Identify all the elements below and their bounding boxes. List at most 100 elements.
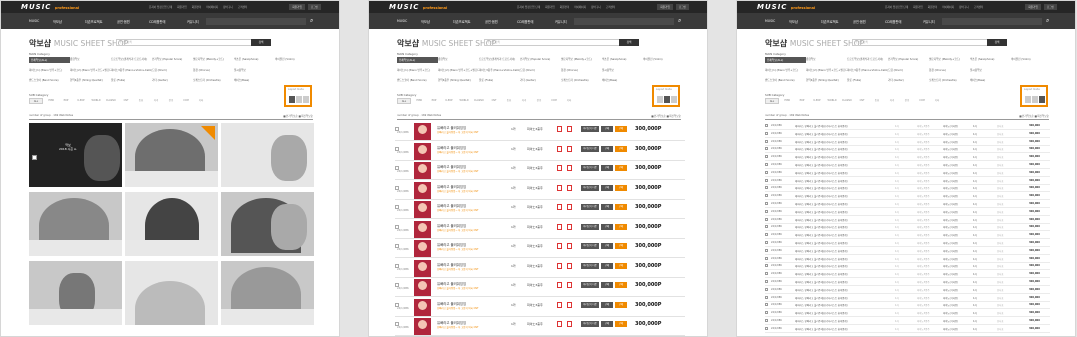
row-checkbox[interactable] xyxy=(765,256,768,260)
nav-search-input[interactable] xyxy=(942,18,1042,25)
list-item[interactable]: 24/1/086 유빠라고 불러줘잉잉 유빠라고 불러줘잉~·자 고맙지 박씨 OS… xyxy=(395,122,685,141)
search-input[interactable]: 악보명 검색 xyxy=(116,39,266,46)
row-checkbox[interactable] xyxy=(765,264,768,268)
sub-tab[interactable]: K-POP xyxy=(74,98,88,104)
row-title[interactable]: 해피하스 유빠라고 불러주세요(기타리스트 흥미롭게) xyxy=(795,179,848,183)
album-thumbnail[interactable] xyxy=(414,142,431,160)
sort-options[interactable]: ■인기악보순 ■최신악보순 xyxy=(283,114,313,118)
category-item[interactable]: 현악4중주 (String Quartet) xyxy=(806,78,847,82)
row-title[interactable]: 해피하스 유빠라고 불러주세요(기타리스트 흥미롭게) xyxy=(795,311,848,315)
row-title[interactable]: 해피하스 유빠라고 불러주세요(기타리스트 흥미롭게) xyxy=(795,147,848,151)
preview-button[interactable]: 미리보기 다운 xyxy=(581,262,599,269)
pdf-icon[interactable] xyxy=(557,243,562,249)
card-checkbox[interactable] xyxy=(32,155,37,160)
top-link[interactable]: 뮤지아 탑장르업 단계 xyxy=(517,5,540,9)
nav-item[interactable]: 더존프로젝트 xyxy=(821,19,839,24)
category-item[interactable]: 피아노3중주 (Piano+Violin+Cello) xyxy=(111,68,152,72)
pdf-icon[interactable] xyxy=(557,184,562,191)
category-item[interactable]: 전체악보(ALL) xyxy=(29,57,70,63)
cart-button[interactable]: 구매 xyxy=(615,321,627,327)
nav-item[interactable]: 악보샵 xyxy=(53,19,62,24)
table-row[interactable]: 24/1/086 해피하스 유빠라고 불러주세요(기타리스트 흥미롭게) 1카 피아노… xyxy=(765,248,1050,255)
cart-button[interactable]: 구매 xyxy=(615,243,627,249)
join-button[interactable]: 회원가입 xyxy=(289,4,305,10)
row-checkbox[interactable] xyxy=(765,248,768,252)
category-item[interactable]: 밴드스코어 (Band Score) xyxy=(765,78,806,82)
table-row[interactable]: 24/1/086 해피하스 유빠라고 불러주세요(기타리스트 흥미롭게) 1카 피아노… xyxy=(765,154,1050,162)
sub-tab[interactable]: WORLD xyxy=(825,98,839,104)
row-title[interactable]: 해피하스 유빠라고 불러주세요(기타리스트 흥미롭게) xyxy=(795,124,848,128)
table-row[interactable]: 24/1/086 해피하스 유빠라고 불러주세요(기타리스트 흥미롭게) 1카 피아노… xyxy=(765,178,1050,185)
category-item[interactable]: 피아노3중주 (Piano+Violin+Cello) xyxy=(479,68,520,72)
category-item[interactable]: 오케스트라 (Orchestra) xyxy=(929,78,970,82)
list-view-icon[interactable] xyxy=(1032,96,1038,103)
nav-item[interactable]: 공연·음원 xyxy=(853,19,866,24)
row-checkbox[interactable] xyxy=(765,178,768,182)
album-thumbnail[interactable] xyxy=(414,240,431,257)
top-link[interactable]: 회원관리 xyxy=(192,5,202,9)
pdf-icon[interactable] xyxy=(557,301,562,308)
row-checkbox[interactable] xyxy=(765,124,768,127)
album-thumbnail[interactable] xyxy=(414,318,431,335)
pdf-icon[interactable] xyxy=(567,145,572,152)
list-item[interactable]: 24/1/086 유빠라고 불러줘잉잉 유빠라고 불러줘잉~·자 고맙지 박씨 OS… xyxy=(395,200,685,219)
buy-button[interactable]: 구매 xyxy=(601,223,613,230)
sub-tab[interactable]: CCM xyxy=(547,98,561,104)
pdf-icon[interactable] xyxy=(567,126,572,132)
preview-button[interactable]: 미리보기 다운 xyxy=(581,282,599,288)
nav-item[interactable]: 더존프로젝트 xyxy=(85,19,103,24)
sub-tab[interactable]: 기타 xyxy=(194,98,208,104)
category-item[interactable]: 바이올린 (Violin) xyxy=(1011,57,1052,63)
nav-item[interactable]: 공연·음원 xyxy=(117,19,130,24)
album-thumbnail[interactable] xyxy=(414,298,431,316)
table-row[interactable]: 24/1/086 해피하스 유빠라고 불러주세요(기타리스트 흥미롭게) 1카 피아노… xyxy=(765,185,1050,193)
pdf-icon[interactable] xyxy=(567,282,572,288)
row-title[interactable]: 해피하스 유빠라고 불러주세요(기타리스트 흥미롭게) xyxy=(795,218,848,222)
row-checkbox[interactable] xyxy=(765,303,768,307)
table-row[interactable]: 24/1/086 해피하스 유빠라고 불러주세요(기타리스트 흥미롭게) 1카 피아노… xyxy=(765,162,1050,169)
row-checkbox[interactable] xyxy=(765,295,768,299)
product-card[interactable] xyxy=(29,261,122,325)
category-item[interactable]: 베이스(Bass) xyxy=(970,78,1011,82)
album-thumbnail[interactable] xyxy=(414,181,431,199)
category-item[interactable]: 피아노(1) (Piano 반주+코드) xyxy=(29,68,70,72)
preview-button[interactable]: 미리보기 다운 xyxy=(581,165,599,171)
row-checkbox[interactable] xyxy=(765,311,768,315)
category-item[interactable]: 오케스트라 (Orchestra) xyxy=(193,78,234,82)
preview-button[interactable]: 미리보기 다운 xyxy=(581,223,599,230)
preview-button[interactable]: 미리보기 다운 xyxy=(581,321,599,327)
table-row[interactable]: 24/1/086 해피하스 유빠라고 불러주세요(기타리스트 흥미롭게) 1카 피아노… xyxy=(765,263,1050,271)
category-item[interactable]: 합창 (Chorus) xyxy=(193,68,234,72)
category-item[interactable]: 인기악보 (Popular Score) xyxy=(888,57,929,63)
row-title[interactable]: 해피하스 유빠라고 불러주세요(기타리스트 흥미롭게) xyxy=(795,272,848,276)
row-checkbox[interactable] xyxy=(765,280,768,283)
table-row[interactable]: 24/1/086 해피하스 유빠라고 불러주세요(기타리스트 흥미롭게) 1카 피아노… xyxy=(765,193,1050,201)
row-checkbox[interactable] xyxy=(765,194,768,198)
pdf-icon[interactable] xyxy=(567,321,572,327)
category-item[interactable]: 현악4중주 (String Quartet) xyxy=(70,78,111,82)
cart-button[interactable]: 구매 xyxy=(615,301,627,308)
buy-button[interactable]: 구매 xyxy=(601,184,613,191)
album-thumbnail[interactable] xyxy=(414,259,431,277)
category-item[interactable]: 트로트악보(클래식과 트로트사이) xyxy=(111,57,152,63)
nav-item[interactable]: 커뮤니티 xyxy=(923,19,935,24)
album-thumbnail[interactable] xyxy=(414,201,431,218)
category-item[interactable]: 합창 (Chorus) xyxy=(929,68,970,72)
album-thumbnail[interactable] xyxy=(414,123,431,140)
pdf-icon[interactable] xyxy=(557,321,562,327)
list-item[interactable]: 24/1/086 유빠라고 불러줘잉잉 유빠라고 불러줘잉~·자 고맙지 박씨 OS… xyxy=(395,161,685,180)
list-item[interactable]: 24/1/086 유빠라고 불러줘잉잉 유빠라고 불러줘잉~·자 고맙지 박씨 OS… xyxy=(395,298,685,317)
row-title[interactable]: 해피하스 유빠라고 불러주세요(기타리스트 흥미롭게) xyxy=(795,288,848,292)
pdf-icon[interactable] xyxy=(567,204,572,210)
top-link[interactable]: 회원가입 xyxy=(913,5,923,9)
album-thumbnail[interactable] xyxy=(414,220,431,238)
category-item[interactable]: 트로트악보(클래식과 트로트사이) xyxy=(479,57,520,63)
grid-view-icon[interactable] xyxy=(1025,96,1031,103)
category-item[interactable]: 트로트악보(클래식과 트로트사이) xyxy=(847,57,888,63)
sub-tab[interactable]: K-POP xyxy=(442,98,456,104)
search-button[interactable]: 검색 xyxy=(251,39,271,46)
row-title[interactable]: 해피하스 유빠라고 불러주세요(기타리스트 흥미롭게) xyxy=(795,171,848,175)
row-title[interactable]: 해피하스 유빠라고 불러주세요(기타리스트 흥미롭게) xyxy=(795,241,848,245)
pdf-icon[interactable] xyxy=(557,145,562,152)
table-row[interactable]: 24/1/086 해피하스 유빠라고 불러주세요(기타리스트 흥미롭게) 1카 피아노… xyxy=(765,146,1050,154)
